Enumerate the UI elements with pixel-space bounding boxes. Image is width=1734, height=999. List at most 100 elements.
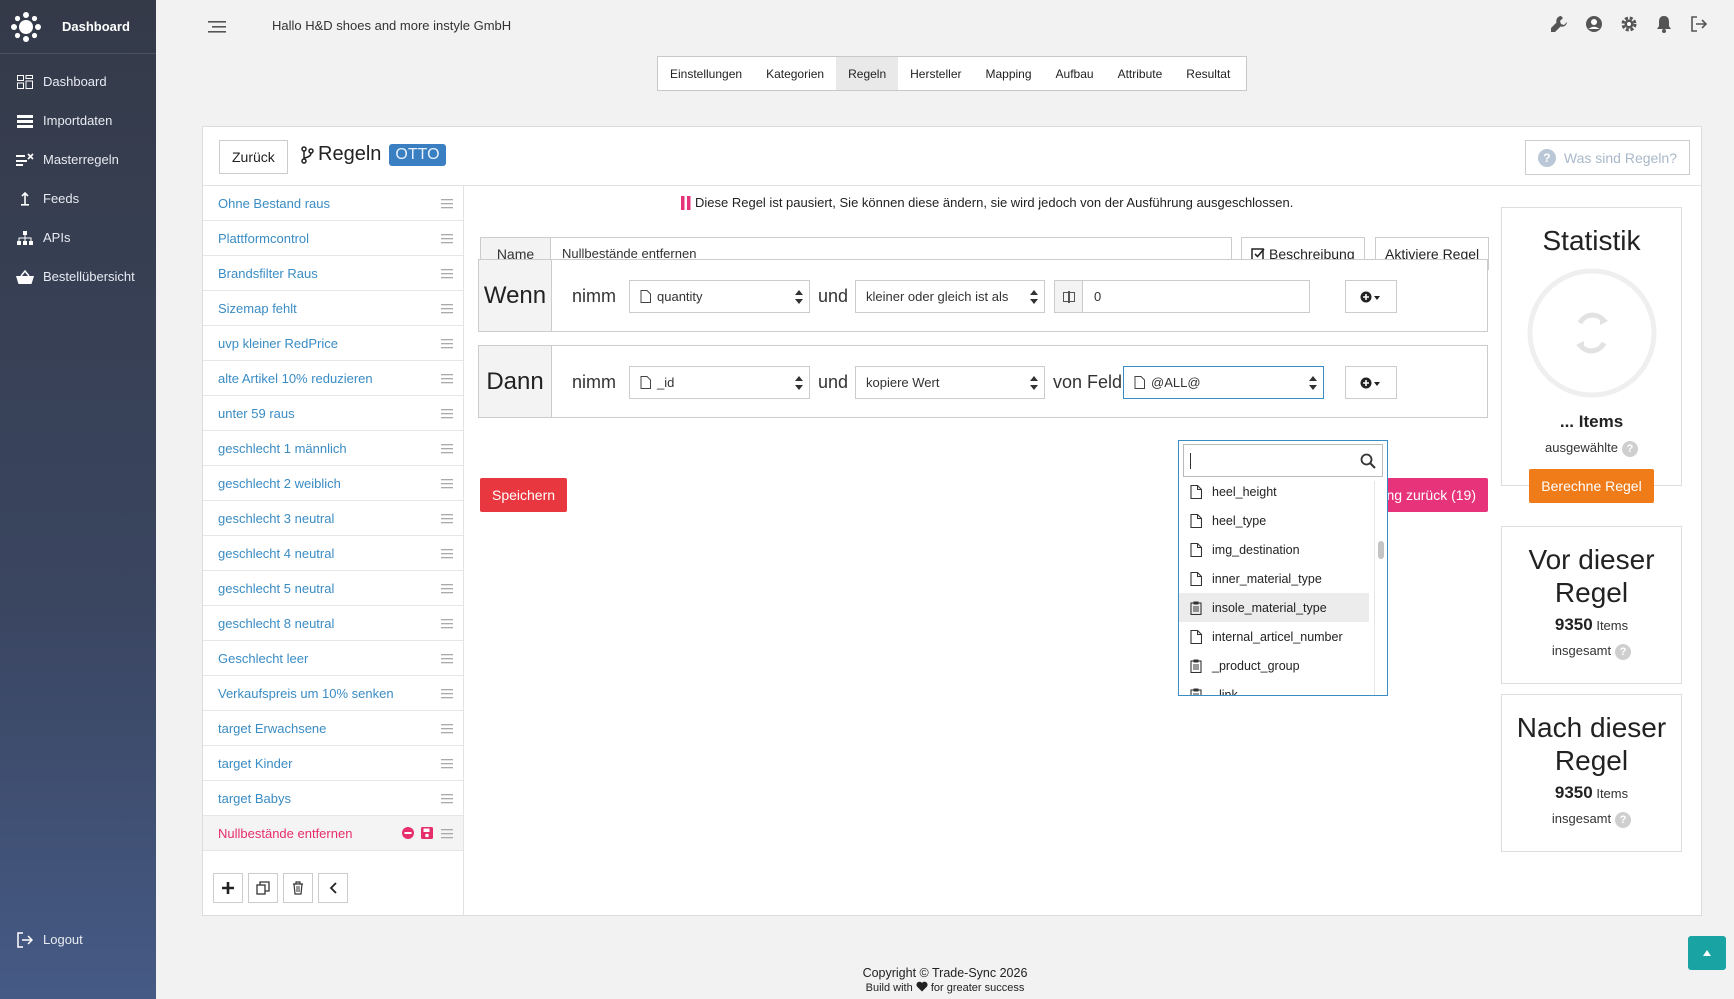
wenn-operator-select[interactable]: kleiner oder gleich ist als: [855, 280, 1045, 313]
collapse-list-button[interactable]: [318, 873, 348, 903]
source-field-select[interactable]: @ALL@: [1123, 366, 1324, 399]
rule-list-item[interactable]: uvp kleiner RedPrice: [203, 326, 463, 361]
rule-list-item[interactable]: geschlecht 2 weiblich: [203, 466, 463, 501]
dropdown-option[interactable]: internal_articel_number: [1179, 622, 1369, 651]
tab-regeln[interactable]: Regeln: [836, 57, 899, 90]
delete-rule-button[interactable]: [283, 873, 313, 903]
brand[interactable]: Dashboard: [0, 0, 156, 54]
rule-list-item[interactable]: geschlecht 1 männlich: [203, 431, 463, 466]
copy-rule-button[interactable]: [248, 873, 278, 903]
drag-handle-icon[interactable]: [441, 792, 453, 804]
minus-circle-icon[interactable]: [401, 826, 415, 840]
drag-handle-icon[interactable]: [441, 197, 453, 209]
question-circle-icon[interactable]: ?: [1615, 811, 1632, 828]
drag-handle-icon[interactable]: [441, 582, 453, 594]
after-rule-count: 9350: [1554, 783, 1593, 802]
rule-list-item[interactable]: geschlecht 5 neutral: [203, 571, 463, 606]
sign-out-icon[interactable]: [1690, 14, 1708, 34]
rule-list-item[interactable]: target Babys: [203, 781, 463, 816]
dropdown-option-label: _product_group: [1212, 658, 1300, 673]
tab-kategorien[interactable]: Kategorien: [754, 57, 836, 90]
rule-list-item[interactable]: Verkaufspreis um 10% senken: [203, 676, 463, 711]
sort-arrows-icon: [795, 290, 803, 304]
dropdown-option[interactable]: inner_material_type: [1179, 564, 1369, 593]
rule-list-item[interactable]: Ohne Bestand raus: [203, 186, 463, 221]
hamburger-menu-icon[interactable]: [208, 18, 226, 36]
source-field-value: @ALL@: [1151, 375, 1201, 390]
dropdown-option[interactable]: heel_type: [1179, 506, 1369, 535]
rule-list-item[interactable]: geschlecht 4 neutral: [203, 536, 463, 571]
drag-handle-icon[interactable]: [441, 687, 453, 699]
sidebar-item-masterregeln[interactable]: Masterregeln: [0, 140, 156, 179]
tab-mapping[interactable]: Mapping: [974, 57, 1044, 90]
rule-list-item[interactable]: Sizemap fehlt: [203, 291, 463, 326]
scroll-to-top-button[interactable]: [1688, 936, 1726, 970]
sort-arrows-icon: [795, 376, 803, 390]
before-rule-card: Vor dieser Regel 9350 Items insgesamt?: [1501, 526, 1682, 684]
rule-list-item[interactable]: Brandsfilter Raus: [203, 256, 463, 291]
dann-options-button[interactable]: [1345, 366, 1397, 399]
tab-einstellungen[interactable]: Einstellungen: [658, 57, 754, 90]
sidebar-item-dashboard[interactable]: Dashboard: [0, 62, 156, 101]
sidebar-item-feeds[interactable]: Feeds: [0, 179, 156, 218]
sidebar-item-apis[interactable]: APIs: [0, 218, 156, 257]
drag-handle-icon[interactable]: [441, 547, 453, 559]
dann-action-select[interactable]: kopiere Wert: [855, 366, 1045, 399]
rule-list-item[interactable]: unter 59 raus: [203, 396, 463, 431]
step-tabs: Einstellungen Kategorien Regeln Herstell…: [657, 56, 1247, 91]
help-button[interactable]: ? Was sind Regeln?: [1524, 140, 1690, 175]
dropdown-option[interactable]: _link: [1179, 680, 1369, 695]
rule-list-item[interactable]: alte Artikel 10% reduzieren: [203, 361, 463, 396]
dropdown-scrollbar[interactable]: [1378, 541, 1384, 559]
drag-handle-icon[interactable]: [441, 722, 453, 734]
sidebar-item-importdaten[interactable]: Importdaten: [0, 101, 156, 140]
drag-handle-icon[interactable]: [441, 302, 453, 314]
tab-aufbau[interactable]: Aufbau: [1044, 57, 1106, 90]
rule-list-item[interactable]: Plattformcontrol: [203, 221, 463, 256]
drag-handle-icon[interactable]: [441, 827, 453, 839]
back-button[interactable]: Zurück: [219, 140, 288, 174]
rule-list-item[interactable]: target Erwachsene: [203, 711, 463, 746]
user-circle-icon[interactable]: [1585, 14, 1603, 34]
drag-handle-icon[interactable]: [441, 757, 453, 769]
rule-list-item[interactable]: geschlecht 8 neutral: [203, 606, 463, 641]
drag-handle-icon[interactable]: [441, 477, 453, 489]
drag-handle-icon[interactable]: [441, 232, 453, 244]
drag-handle-icon[interactable]: [441, 407, 453, 419]
question-circle-icon[interactable]: ?: [1615, 643, 1632, 660]
drag-handle-icon[interactable]: [441, 512, 453, 524]
drag-handle-icon[interactable]: [441, 652, 453, 664]
drag-handle-icon[interactable]: [441, 617, 453, 629]
rule-list-item[interactable]: geschlecht 3 neutral: [203, 501, 463, 536]
bell-icon[interactable]: [1655, 14, 1673, 34]
dropdown-search-input[interactable]: [1183, 444, 1383, 477]
add-rule-button[interactable]: [213, 873, 243, 903]
sidebar-item-bestelluebersicht[interactable]: Bestellübersicht: [0, 257, 156, 296]
wenn-options-button[interactable]: [1345, 280, 1397, 313]
drag-handle-icon[interactable]: [441, 372, 453, 384]
dropdown-option[interactable]: _product_group: [1179, 651, 1369, 680]
tab-hersteller[interactable]: Hersteller: [898, 57, 973, 90]
dropdown-option[interactable]: img_destination: [1179, 535, 1369, 564]
wenn-field-select[interactable]: quantity: [629, 280, 810, 313]
dropdown-option[interactable]: heel_height: [1179, 477, 1369, 506]
rule-list-item[interactable]: target Kinder: [203, 746, 463, 781]
save-icon[interactable]: [420, 826, 434, 840]
rule-list-item[interactable]: Geschlecht leer: [203, 641, 463, 676]
wrench-icon[interactable]: [1550, 14, 1568, 34]
dropdown-option[interactable]: insole_material_type: [1179, 593, 1369, 622]
question-circle-icon[interactable]: ?: [1622, 440, 1638, 457]
rule-list-item-current[interactable]: Nullbestände entfernen: [203, 816, 463, 851]
calculate-rule-button[interactable]: Berechne Regel: [1529, 468, 1654, 503]
tab-resultat[interactable]: Resultat: [1174, 57, 1242, 90]
drag-handle-icon[interactable]: [441, 442, 453, 454]
rule-list: Ohne Bestand raus Plattformcontrol Brandsf…: [203, 186, 464, 915]
wenn-value-input[interactable]: 0: [1054, 280, 1310, 313]
gear-icon[interactable]: [1620, 14, 1638, 34]
drag-handle-icon[interactable]: [441, 337, 453, 349]
logout-button[interactable]: Logout: [0, 920, 156, 959]
tab-attribute[interactable]: Attribute: [1106, 57, 1175, 90]
dann-field-select[interactable]: _id: [629, 366, 810, 399]
drag-handle-icon[interactable]: [441, 267, 453, 279]
save-button[interactable]: Speichern: [480, 478, 568, 512]
